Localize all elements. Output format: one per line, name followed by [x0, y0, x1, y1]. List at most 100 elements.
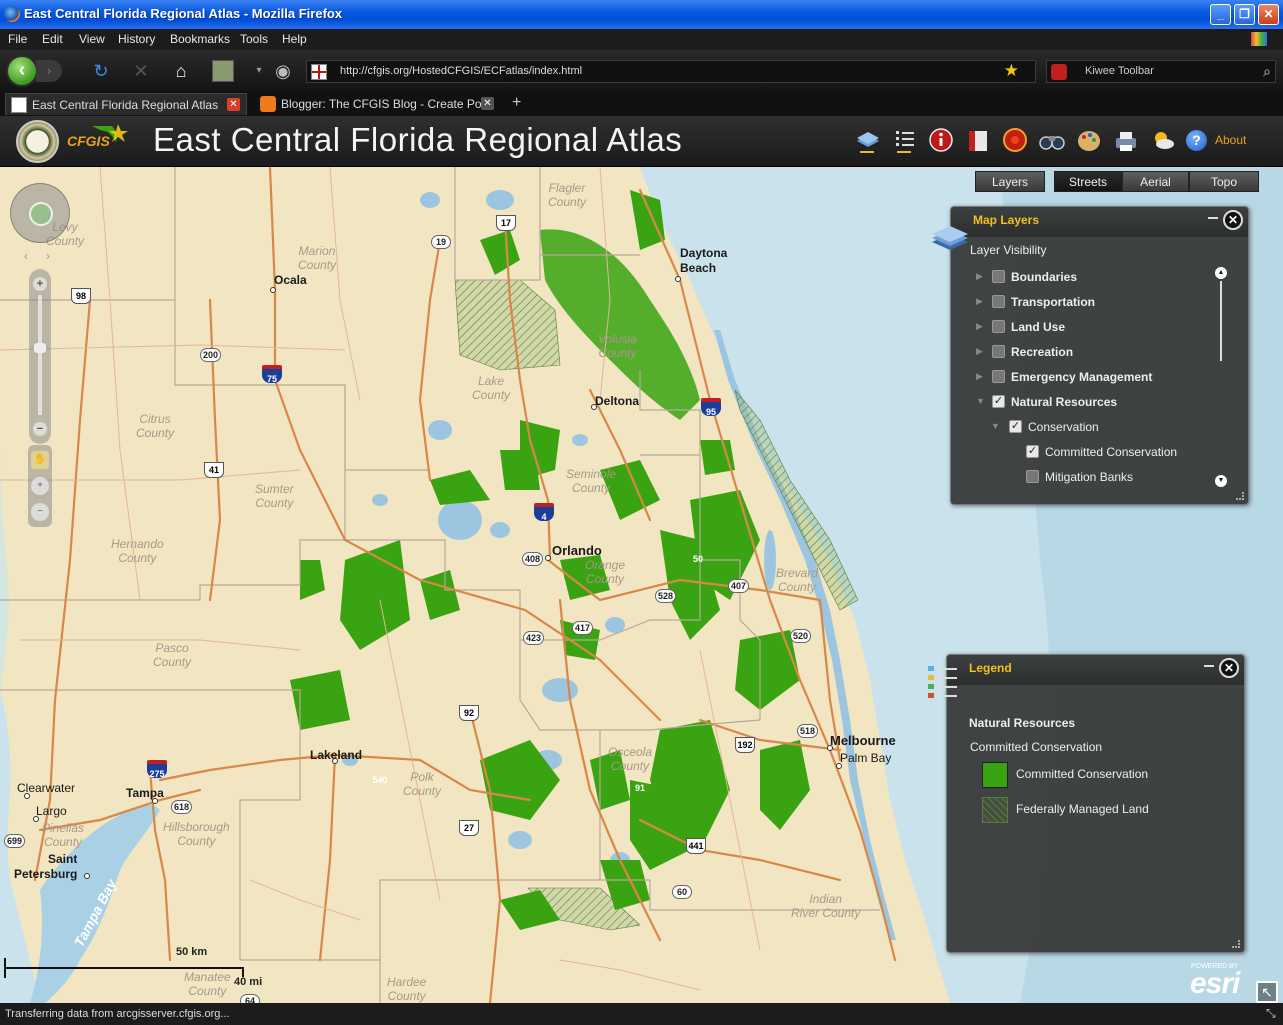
tab-atlas[interactable]: East Central Florida Regional Atlas ✕	[5, 93, 247, 115]
zoom-out-tool-icon[interactable]: −	[31, 503, 49, 521]
forward-button[interactable]: ›	[36, 60, 62, 82]
site-favicon-icon	[311, 64, 327, 80]
search-bar[interactable]: Kiwee Toolbar ⌕	[1046, 60, 1276, 83]
home-icon[interactable]: ⌂	[170, 60, 192, 82]
menu-history[interactable]: History	[118, 32, 155, 46]
menu-help[interactable]: Help	[282, 32, 307, 46]
panel-title: Map Layers	[973, 213, 1040, 227]
scroll-thumb[interactable]	[1220, 281, 1222, 361]
scroll-down-icon[interactable]: ▼	[1215, 475, 1227, 487]
record-icon[interactable]	[1001, 127, 1029, 155]
resize-handle-icon[interactable]: ⤡	[1266, 1006, 1280, 1020]
layer-label: Emergency Management	[1011, 370, 1153, 384]
legend-list-icon[interactable]	[891, 127, 919, 155]
pan-center-icon[interactable]	[29, 202, 53, 226]
layer-label: Recreation	[1011, 345, 1074, 359]
layers-icon[interactable]	[854, 127, 882, 155]
map-layers-panel-icon	[932, 226, 968, 250]
palette-icon[interactable]	[1075, 127, 1103, 155]
map-layers-panel: Map Layers ✕ Layer Visibility ▶ Boundari…	[950, 206, 1249, 505]
close-window-button[interactable]: ✕	[1258, 4, 1279, 25]
layer-checkbox[interactable]	[992, 370, 1005, 383]
topo-button[interactable]: Topo	[1189, 171, 1259, 192]
tab-close-icon[interactable]: ✕	[481, 97, 494, 110]
resize-grip-icon[interactable]	[1232, 940, 1240, 948]
expand-icon[interactable]: ▶	[976, 346, 983, 357]
close-icon[interactable]: ✕	[1219, 658, 1239, 678]
expand-icon[interactable]: ▶	[976, 371, 983, 382]
zoom-thumb[interactable]	[34, 343, 46, 353]
url-bar[interactable]: http://cfgis.org/HostedCFGIS/ECFatlas/in…	[306, 60, 1036, 83]
search-engine-icon[interactable]	[1051, 64, 1067, 80]
zoom-in-tool-icon[interactable]: +	[31, 477, 49, 495]
menu-file[interactable]: File	[8, 32, 27, 46]
bookmark-star-icon[interactable]: ★	[1004, 61, 1019, 81]
aerial-button[interactable]: Aerial	[1122, 171, 1189, 192]
layer-checkbox[interactable]	[992, 295, 1005, 308]
scroll-up-icon[interactable]: ▲	[1215, 267, 1227, 279]
app-title: East Central Florida Regional Atlas	[153, 121, 683, 158]
reload-icon[interactable]: ↻	[90, 60, 112, 82]
cfgis-logo-text: CFGIS	[67, 133, 110, 149]
menu-bookmarks[interactable]: Bookmarks	[170, 32, 230, 46]
scale-line	[4, 967, 244, 969]
tab-close-icon[interactable]: ✕	[227, 98, 240, 111]
theme-icon[interactable]	[1251, 32, 1267, 46]
layer-checkbox[interactable]	[1026, 470, 1039, 483]
legend-panel-icon	[928, 666, 957, 698]
url-text: http://cfgis.org/HostedCFGIS/ECFatlas/in…	[340, 65, 583, 77]
menu-view[interactable]: View	[79, 32, 105, 46]
layer-label: Mitigation Banks	[1045, 470, 1134, 484]
collapse-icon[interactable]: ▼	[976, 396, 985, 406]
zoom-out-button[interactable]: −	[33, 422, 47, 436]
zoom-slider[interactable]: + −	[29, 269, 51, 444]
minimize-icon[interactable]	[1208, 217, 1218, 219]
close-icon[interactable]: ✕	[1223, 210, 1243, 230]
layer-checkbox[interactable]	[992, 270, 1005, 283]
blogger-icon	[260, 96, 276, 112]
weather-icon[interactable]	[1149, 127, 1177, 155]
expand-icon[interactable]: ▶	[976, 296, 983, 307]
menu-tools[interactable]: Tools	[240, 32, 268, 46]
back-button[interactable]: ‹	[6, 55, 38, 87]
resize-grip-icon[interactable]	[1236, 492, 1244, 500]
chevron-down-icon[interactable]: ▾	[248, 60, 270, 82]
extension-icon[interactable]: ◉	[272, 60, 294, 82]
layer-checkbox[interactable]	[992, 345, 1005, 358]
info-icon[interactable]	[927, 127, 955, 155]
pan-hand-icon[interactable]: ✋	[31, 451, 49, 469]
esri-wordmark: esri	[1190, 967, 1240, 1000]
layer-checkbox[interactable]	[992, 320, 1005, 333]
pan-control[interactable]	[10, 183, 70, 243]
bookmark-book-icon[interactable]	[964, 127, 992, 155]
layer-checkbox-checked[interactable]: ✓	[1009, 420, 1022, 433]
expand-icon[interactable]: ▶	[976, 321, 983, 332]
rotate-right-icon[interactable]: ›	[46, 249, 50, 263]
layer-checkbox-checked[interactable]: ✓	[1026, 445, 1039, 458]
panel-title: Legend	[969, 661, 1012, 675]
print-icon[interactable]	[1112, 127, 1140, 155]
streets-button[interactable]: Streets	[1054, 171, 1122, 192]
tab-label: East Central Florida Regional Atlas	[32, 98, 219, 112]
search-icon[interactable]: ⌕	[1263, 63, 1271, 80]
tab-label: Blogger: The CFGIS Blog - Create Post	[281, 97, 491, 111]
rotate-left-icon[interactable]: ‹	[24, 249, 28, 263]
layer-checkbox-checked[interactable]: ✓	[992, 395, 1005, 408]
new-tab-button[interactable]: +	[512, 94, 521, 112]
maximize-button[interactable]: ❐	[1234, 4, 1255, 25]
expand-arrow-icon[interactable]: ↖	[1256, 981, 1278, 1003]
menu-edit[interactable]: Edit	[42, 32, 63, 46]
minimize-button[interactable]: _	[1210, 4, 1231, 25]
binoculars-icon[interactable]	[1038, 127, 1066, 155]
collapse-icon[interactable]: ▼	[991, 421, 1000, 431]
expand-icon[interactable]: ▶	[976, 271, 983, 282]
map-bookmark-icon[interactable]	[212, 60, 234, 82]
atlas-favicon-icon	[11, 97, 27, 113]
zoom-track[interactable]	[38, 295, 42, 415]
layers-button[interactable]: Layers	[975, 171, 1045, 192]
layer-list-scrollbar[interactable]: ▲ ▼	[1215, 267, 1227, 487]
zoom-in-button[interactable]: +	[33, 277, 47, 291]
minimize-icon[interactable]	[1204, 665, 1214, 667]
stop-icon[interactable]: ✕	[130, 60, 152, 82]
tab-blogger[interactable]: Blogger: The CFGIS Blog - Create Post ✕	[255, 93, 500, 115]
